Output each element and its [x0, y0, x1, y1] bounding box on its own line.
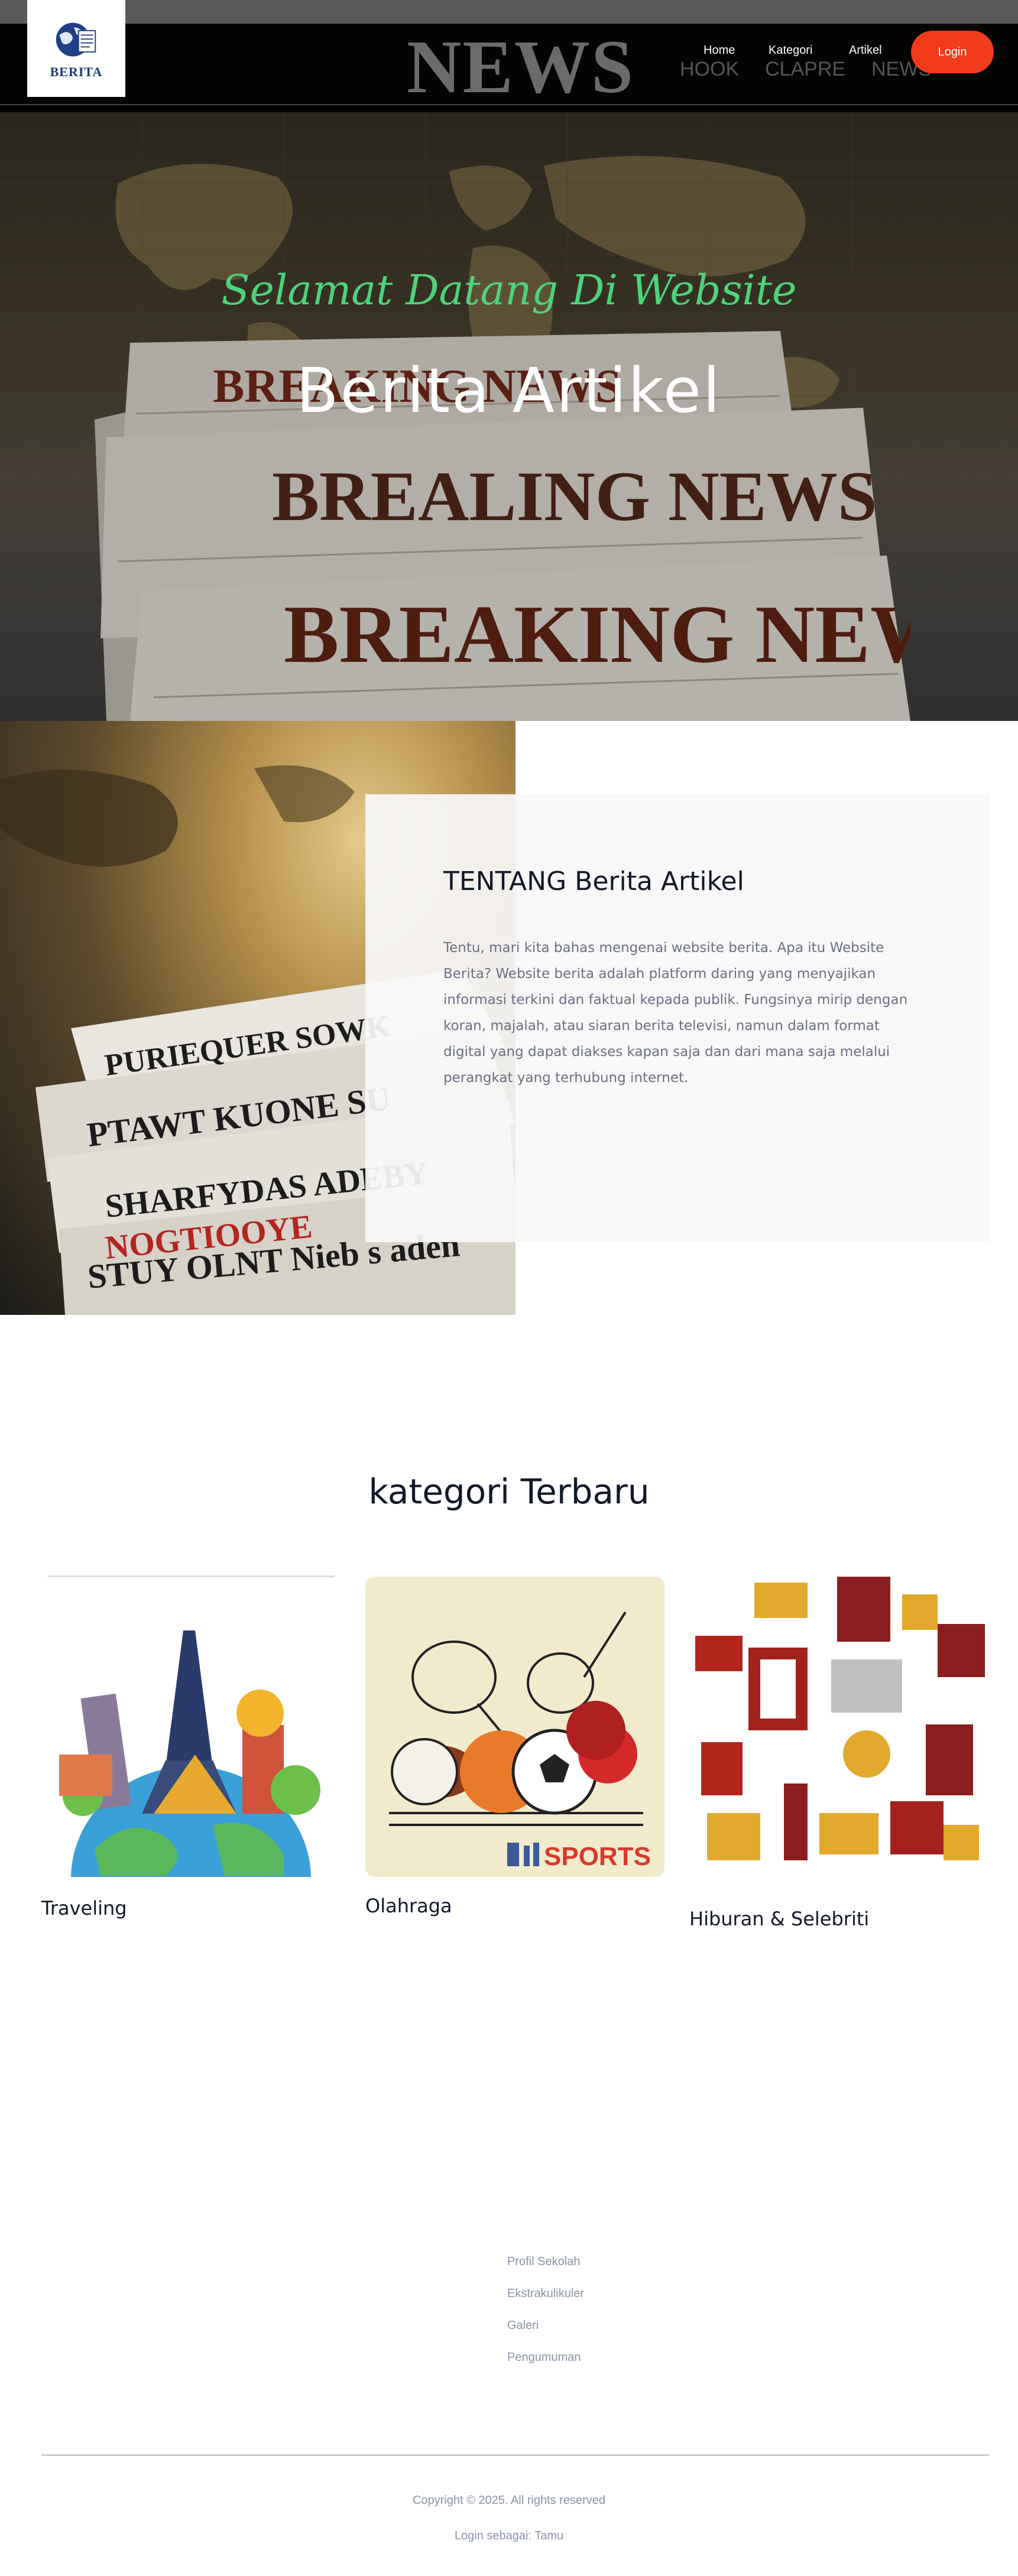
footer-login-status: Login sebagai: Tamu [454, 2529, 564, 2542]
hero-title: Berita Artikel [296, 355, 722, 427]
site-header: NEWS HOOK CLAPRE NEWS BERITA Home Katego… [0, 0, 1018, 112]
header-top-strip [0, 0, 1018, 24]
footer-link-profil-sekolah[interactable]: Profil Sekolah [507, 2255, 580, 2269]
category-label-olahraga[interactable]: Olahraga [365, 1895, 452, 1917]
category-image-hiburan[interactable] [689, 1577, 988, 1878]
category-label-hiburan[interactable]: Hiburan & Selebriti [689, 1908, 869, 1930]
site-logo[interactable]: BERITA [27, 0, 125, 97]
footer-copyright: Copyright © 2025. All rights reserved [412, 2494, 605, 2507]
header-background-subword: HOOK [680, 58, 740, 80]
login-button[interactable]: Login [911, 31, 994, 73]
sports-illustration-icon: SPORTS [389, 1611, 651, 1871]
hero-banner: BREAKING NEWS BREALING NEWS BREAKING NEW… [0, 112, 1018, 721]
nav-artikel[interactable]: Artikel [849, 44, 882, 57]
about-description: Tentu, mari kita bahas mengenai website … [443, 940, 908, 1086]
globe-newspaper-icon [56, 22, 96, 57]
footer-link-galeri[interactable]: Galeri [507, 2319, 539, 2333]
categories-heading: kategori Terbaru [368, 1471, 650, 1512]
footer-link-pengumuman[interactable]: Pengumuman [507, 2351, 581, 2364]
footer-link-ekstrakulikuler[interactable]: Ekstrakulikuler [507, 2287, 584, 2301]
entertainment-illustration-icon [695, 1577, 985, 1860]
nav-home[interactable]: Home [703, 44, 735, 57]
sports-image-text: SPORTS [544, 1842, 651, 1871]
logo-text: BERITA [50, 64, 103, 79]
category-image-olahraga[interactable]: SPORTS [365, 1577, 664, 1877]
nav-kategori[interactable]: Kategori [769, 44, 813, 57]
hero-welcome-text: Selamat Datang Di Website [221, 266, 797, 314]
travel-illustration-icon [59, 1630, 320, 1877]
about-heading: TENTANG Berita Artikel [443, 866, 744, 896]
footer-divider [41, 2454, 990, 2456]
category-image-traveling[interactable] [47, 1576, 335, 1877]
header-background-subword: CLAPRE [765, 58, 846, 80]
category-label-traveling[interactable]: Traveling [41, 1897, 127, 1919]
header-background-word: NEWS [407, 25, 634, 109]
